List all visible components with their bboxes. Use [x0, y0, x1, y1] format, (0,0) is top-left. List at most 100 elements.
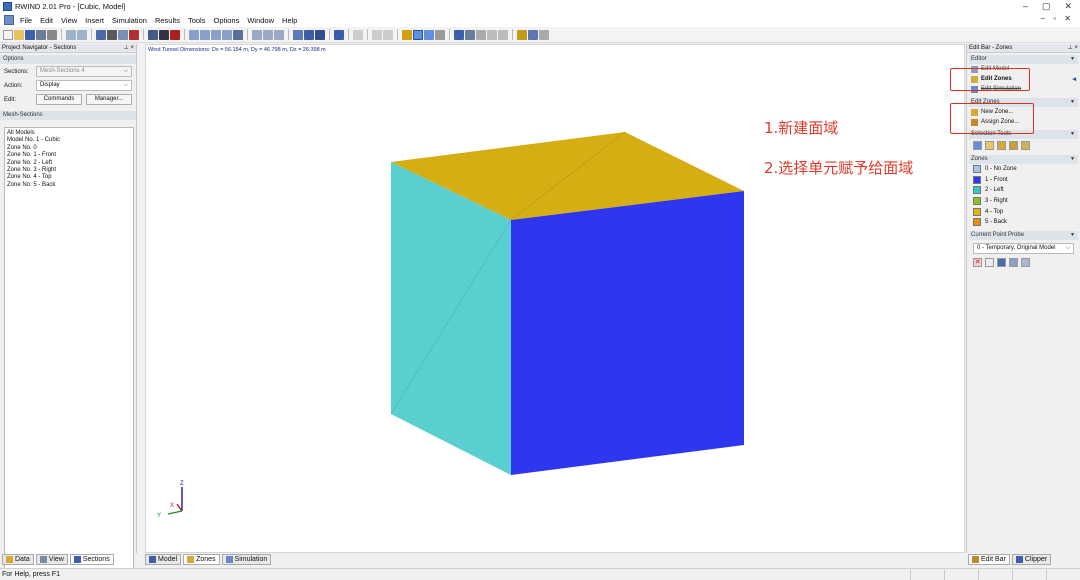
clip-icon[interactable] — [498, 29, 508, 40]
mesh-refine-icon[interactable] — [118, 29, 128, 40]
mdi-window-controls[interactable]: – ▫ ✕ — [1041, 14, 1074, 23]
tree-item[interactable]: Zone No. 3 - Right — [7, 167, 131, 174]
zone-item-5[interactable]: 5 - Back — [969, 217, 1078, 228]
streamlines-icon[interactable] — [465, 29, 475, 40]
menu-insert[interactable]: Insert — [85, 16, 104, 25]
mesh-sections-tree[interactable]: All Models Model No. 1 - Cubic Zone No. … — [4, 127, 134, 580]
tab-zones[interactable]: Zones — [183, 554, 220, 565]
tab-model[interactable]: Model — [145, 554, 182, 565]
tree-item[interactable]: All Models — [7, 130, 131, 137]
tree-item[interactable]: Zone No. 2 - Left — [7, 160, 131, 167]
action-select[interactable]: Display ⌵ — [36, 80, 132, 91]
select-active-icon[interactable] — [413, 29, 423, 40]
tree-item[interactable]: Zone No. 0 — [7, 145, 131, 152]
new-file-icon[interactable] — [3, 29, 13, 40]
view-iso-icon[interactable] — [189, 29, 199, 40]
cube-front-face[interactable] — [511, 191, 744, 475]
menu-view[interactable]: View — [61, 16, 77, 25]
display-section-icon[interactable] — [304, 29, 314, 40]
select-polygon-icon[interactable] — [997, 141, 1006, 150]
chevron-down-icon[interactable]: ▼ — [1070, 231, 1075, 240]
tree-item[interactable]: Zone No. 4 - Top — [7, 174, 131, 181]
display-model-icon[interactable] — [293, 29, 303, 40]
settings-icon[interactable] — [528, 29, 538, 40]
commands-button[interactable]: Commands — [36, 94, 82, 105]
chevron-down-icon[interactable]: ▼ — [1070, 155, 1075, 164]
chevron-down-icon[interactable]: ▼ — [1070, 55, 1075, 64]
view-front-icon[interactable] — [200, 29, 210, 40]
navigator-pin-close[interactable]: ⊥ × — [124, 44, 134, 53]
editbar-pin-close[interactable]: ⊥ × — [1068, 44, 1078, 53]
restore-button[interactable]: ▢ — [1042, 0, 1051, 12]
mesh-check-icon[interactable] — [129, 29, 139, 40]
tree-item[interactable]: Model No. 1 - Cubic — [7, 137, 131, 144]
menu-file[interactable]: File — [20, 16, 32, 25]
tab-data[interactable]: Data — [2, 554, 34, 565]
menu-tools[interactable]: Tools — [188, 16, 206, 25]
select-pointer-icon[interactable] — [973, 141, 982, 150]
zone-item-4[interactable]: 4 - Top — [969, 206, 1078, 217]
zone-item-0[interactable]: 0 - No Zone — [969, 164, 1078, 175]
probe-icon[interactable] — [487, 29, 497, 40]
select-filter-icon[interactable] — [985, 141, 994, 150]
vectors-icon[interactable] — [476, 29, 486, 40]
tab-simulation[interactable]: Simulation — [221, 554, 272, 565]
zone-item-2[interactable]: 2 - Left — [969, 185, 1078, 196]
display-options-icon[interactable] — [315, 29, 325, 40]
tab-sections[interactable]: Sections — [69, 554, 114, 565]
minimize-button[interactable]: – — [1023, 0, 1028, 12]
zone-item-3[interactable]: 3 - Right — [969, 196, 1078, 207]
mesh-settings-icon[interactable] — [107, 29, 117, 40]
delete-probe-icon[interactable]: ✕ — [973, 257, 982, 267]
tab-clipper[interactable]: Clipper — [1011, 554, 1052, 565]
render-icon[interactable] — [148, 29, 158, 40]
help-icon[interactable] — [539, 29, 549, 40]
zones-tool-icon[interactable] — [517, 29, 527, 40]
tab-edit-bar[interactable]: Edit Bar — [968, 554, 1010, 565]
display-mode-icon[interactable] — [334, 29, 344, 40]
tree-item[interactable]: Zone No. 1 - Front — [7, 152, 131, 159]
chevron-down-icon[interactable]: ▼ — [1070, 98, 1075, 107]
menu-options[interactable]: Options — [213, 16, 239, 25]
pick-probe-icon[interactable] — [985, 257, 994, 267]
menu-help[interactable]: Help — [282, 16, 297, 25]
mesh-icon[interactable] — [96, 29, 106, 40]
grid-icon[interactable] — [383, 29, 393, 40]
chevron-down-icon[interactable]: ▼ — [1070, 130, 1075, 139]
probe-export-icon[interactable] — [1021, 257, 1030, 267]
document-icon[interactable] — [4, 15, 14, 25]
tab-view[interactable]: View — [35, 554, 68, 565]
probe-select[interactable]: 0 - Temporary, Original Model ⌵ — [973, 242, 1074, 254]
manager-button[interactable]: Manager... — [86, 94, 132, 105]
save-all-icon[interactable] — [36, 29, 46, 40]
probe-table-icon[interactable] — [1009, 257, 1018, 267]
menu-simulation[interactable]: Simulation — [112, 16, 147, 25]
open-folder-icon[interactable] — [14, 29, 24, 40]
undo-icon[interactable] — [66, 29, 76, 40]
sections-select[interactable]: Mesh-Sections 4 ⌵ — [36, 66, 132, 77]
model-viewport[interactable]: Wind Tunnel Dimensions: Dx = 56.154 m, D… — [145, 44, 965, 553]
print-icon[interactable] — [47, 29, 57, 40]
menu-results[interactable]: Results — [155, 16, 180, 25]
solid-icon[interactable] — [170, 29, 180, 40]
zone-item-1[interactable]: 1 - Front — [969, 175, 1078, 186]
menu-edit[interactable]: Edit — [40, 16, 53, 25]
redo-icon[interactable] — [77, 29, 87, 40]
select-surface-icon[interactable] — [1009, 141, 1018, 150]
snap-icon[interactable] — [372, 29, 382, 40]
save-probe-icon[interactable] — [997, 257, 1006, 267]
select-icon[interactable] — [402, 29, 412, 40]
close-button[interactable]: ✕ — [1064, 0, 1072, 12]
tree-item[interactable]: Zone No. 5 - Back — [7, 182, 131, 189]
measure-icon[interactable] — [353, 29, 363, 40]
menu-window[interactable]: Window — [247, 16, 274, 25]
results-icon[interactable] — [454, 29, 464, 40]
select-all-icon[interactable] — [1021, 141, 1030, 150]
view-side-icon[interactable] — [211, 29, 221, 40]
view-top-icon[interactable] — [222, 29, 232, 40]
zoom-all-icon[interactable] — [233, 29, 243, 40]
zoom-icon[interactable] — [274, 29, 284, 40]
cube-model[interactable]: Z X Y — [146, 45, 966, 554]
rotate-icon[interactable] — [252, 29, 262, 40]
wireframe-icon[interactable] — [159, 29, 169, 40]
